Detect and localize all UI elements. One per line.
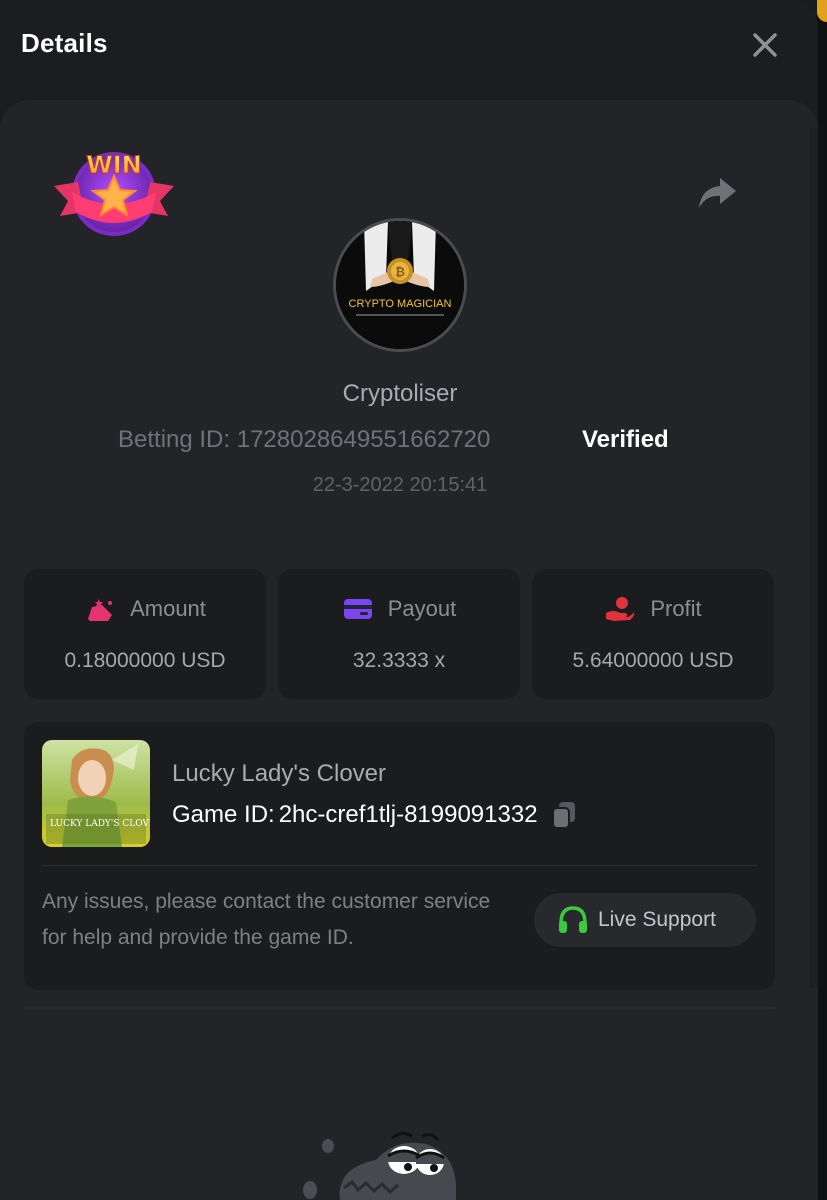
betting-id: Betting ID: 1728028649551662720 xyxy=(118,426,490,454)
divider xyxy=(24,1007,775,1009)
game-info-card: LUCKY LADY'S CLOVER Lucky Lady's Clover … xyxy=(24,722,775,990)
crypto-magician-avatar-icon: ₿ CRYPTO MAGICIAN xyxy=(336,221,464,349)
game-id-row: Game ID: 2hc-cref1tlj-8199091332 xyxy=(172,800,578,830)
scrollbar[interactable] xyxy=(810,128,818,988)
stat-profit: Profit 5.64000000 USD xyxy=(532,569,774,699)
live-support-button[interactable]: Live Support xyxy=(534,893,756,947)
game-id-value: 2hc-cref1tlj-8199091332 xyxy=(278,801,538,828)
close-icon[interactable] xyxy=(748,28,782,62)
stat-label: Payout xyxy=(387,596,457,621)
crocodile-mascot-icon xyxy=(303,1131,456,1200)
share-icon[interactable] xyxy=(696,174,738,212)
game-thumbnail[interactable]: LUCKY LADY'S CLOVER xyxy=(42,740,150,847)
bet-datetime: 22-3-2022 20:15:41 xyxy=(312,474,488,496)
details-modal: Details WIN ₿ CRYPTO MAGICIAN Cryptolise… xyxy=(0,0,818,1200)
betting-id-label: Betting ID: xyxy=(118,426,231,453)
thumbnail-text: LUCKY LADY'S CLOVER xyxy=(50,819,150,829)
stat-value: 32.3333 x xyxy=(352,649,446,672)
win-badge-icon: WIN xyxy=(54,151,174,236)
modal-title: Details xyxy=(21,28,108,58)
stat-label: Profit xyxy=(650,596,702,621)
avatar-caption: CRYPTO MAGICIAN xyxy=(349,298,452,310)
headset-icon xyxy=(559,906,587,933)
win-badge-text: WIN xyxy=(86,151,142,179)
amount-icon xyxy=(88,599,113,621)
stat-value: 5.64000000 USD xyxy=(572,649,734,672)
live-support-label: Live Support xyxy=(598,908,716,931)
verified-link[interactable]: Verified xyxy=(582,426,669,454)
avatar: ₿ CRYPTO MAGICIAN xyxy=(333,218,467,352)
payout-card-icon xyxy=(343,599,372,619)
support-message: Any issues, please contact the customer … xyxy=(42,890,491,949)
betting-id-value: 1728028649551662720 xyxy=(236,426,491,453)
lucky-lady-clover-thumbnail-icon: LUCKY LADY'S CLOVER xyxy=(42,740,150,847)
profit-hand-icon xyxy=(606,597,635,621)
game-id-label: Game ID: xyxy=(172,801,275,828)
svg-text:₿: ₿ xyxy=(395,265,405,279)
stat-label: Amount xyxy=(130,596,206,621)
username: Cryptoliser xyxy=(342,380,458,407)
divider xyxy=(42,865,757,866)
stat-payout: Payout 32.3333 x xyxy=(278,569,520,699)
backdrop xyxy=(817,0,827,1200)
stat-value: 0.18000000 USD xyxy=(64,649,226,672)
game-name: Lucky Lady's Clover xyxy=(172,760,387,787)
stat-amount: Amount 0.18000000 USD xyxy=(24,569,266,699)
copy-icon[interactable] xyxy=(550,800,578,830)
